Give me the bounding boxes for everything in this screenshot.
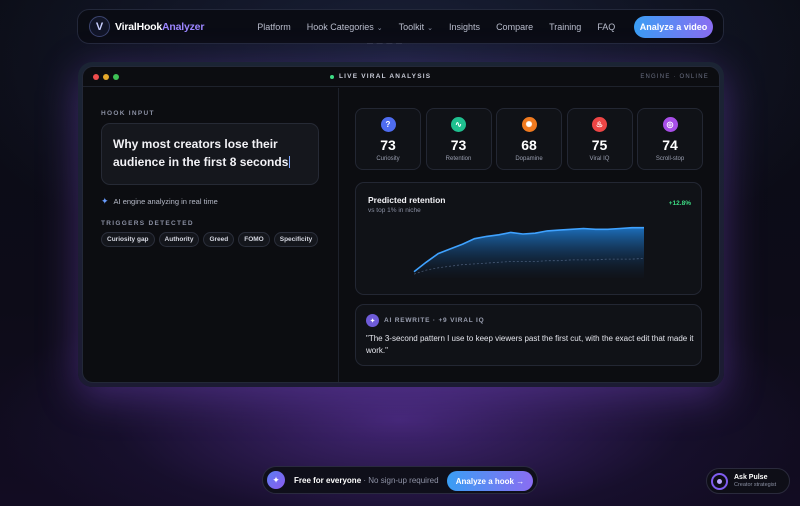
sparkle-badge-icon: ✦ [267,471,285,489]
sparkle-icon: ✦ [101,196,109,206]
nav-link-label: Toolkit [398,21,425,32]
rewrite-header: ✦ AI REWRITE · +9 VIRAL IQ [366,314,485,327]
retention-card: Predicted retention vs top 1% in niche +… [355,182,702,295]
trigger-chip[interactable]: FOMO [238,232,270,247]
target-icon: ◎ [662,117,678,132]
question-icon: ? [380,117,396,132]
nav-link-label: Hook Categories [306,21,374,32]
nav-link-label: Compare [496,21,534,32]
live-status: LIVE VIRAL ANALYSIS [330,73,431,80]
analyze-hook-button[interactable]: Analyze a hook → [447,471,533,491]
nav-link-training[interactable]: Training [549,22,581,32]
close-dot-icon[interactable] [93,74,99,80]
bottom-cta-bar: ✦ Free for everyone · No sign-up require… [262,466,538,494]
magic-wand-icon: ✦ [366,314,379,327]
brand[interactable]: V ViralHookAnalyzer [89,16,204,37]
retention-subtitle: vs top 1% in niche [368,207,421,214]
metric-label: Dopamine [515,156,543,162]
metric-label: Retention [445,156,472,162]
nav-link-label: Platform [257,21,291,32]
metric-card-retention[interactable]: ∿ 73 Retention [425,108,492,170]
live-dot-icon [330,74,334,79]
metric-card-curiosity[interactable]: ? 73 Curiosity [355,108,421,170]
rewrite-label: AI REWRITE · +9 VIRAL IQ [384,317,485,324]
metric-card-viral-iq[interactable]: ♨ 75 Viral IQ [566,108,633,170]
metric-value: 73 [380,137,396,153]
hook-input[interactable]: Why most creators lose their audience in… [101,123,319,185]
metric-value: 68 [521,137,537,153]
minimize-dot-icon[interactable] [103,74,109,80]
rewrite-text: "The 3-second pattern I use to keep view… [366,334,694,355]
pulse-icon: ∿ [451,117,466,132]
ghost-divider-text: — — — — [367,41,404,47]
trigger-chip[interactable]: Curiosity gap [101,232,155,247]
metric-cards: ? 73 Curiosity ∿ 73 Retention ✺ 68 Dopamine ♨ 75 Vi… [355,108,708,170]
metric-card-scroll-stop[interactable]: ◎ 74 Scroll-stop [637,108,703,170]
brand-accent: Analyzer [162,20,205,33]
live-status-text: LIVE VIRAL ANALYSIS [339,73,432,80]
logo-icon: V [89,16,110,37]
bottom-text-rest: · No sign-up required [363,475,439,485]
pulse-avatar-icon [711,472,728,490]
metric-label: Curiosity [376,156,400,162]
metric-value: 75 [591,137,608,153]
metric-card-dopamine[interactable]: ✺ 68 Dopamine [496,108,562,170]
chevron-down-icon: ⌄ [376,24,383,32]
metric-value: 73 [450,137,467,153]
app-window: LIVE VIRAL ANALYSIS ENGINE · ONLINE HOOK… [82,66,720,383]
chevron-down-icon: ⌄ [427,24,434,32]
retention-area [414,227,644,278]
top-navbar: V ViralHookAnalyzer Platform Hook Categor… [77,9,724,44]
retention-delta: +12.8% [668,200,691,207]
trigger-chip[interactable]: Specificity [273,232,319,247]
brand-name: ViralHookAnalyzer [115,21,204,33]
engine-status: ENGINE · ONLINE [640,74,709,80]
nav-link-toolkit[interactable]: Toolkit ⌄ [399,22,433,32]
analyze-video-button[interactable]: Analyze a video [634,16,713,38]
flame-icon: ♨ [592,117,607,132]
metric-label: Viral IQ [589,156,610,162]
nav-link-insights[interactable]: Insights [449,22,480,32]
nav-link-label: Training [549,21,582,32]
nav-link-faq[interactable]: FAQ [597,22,615,32]
nav-link-compare[interactable]: Compare [496,22,533,32]
hook-input-text: Why most creators lose their audience in… [113,137,289,169]
pulse-texts: Ask Pulse Creator strategist [734,474,776,488]
nav-link-hook-categories[interactable]: Hook Categories ⌄ [307,22,383,32]
bottom-text-bold: Free for everyone [294,475,362,485]
triggers-label: TRIGGERS DETECTED [101,220,194,227]
engine-note-text: AI engine analyzing in real time [113,197,218,206]
retention-title: Predicted retention [368,195,446,205]
panel-divider [338,88,339,382]
text-caret [289,156,291,168]
nav-link-label: FAQ [597,21,616,32]
bolt-icon: ✺ [521,117,537,132]
window-titlebar: LIVE VIRAL ANALYSIS ENGINE · ONLINE [83,67,719,87]
pulse-subtitle: Creator strategist [734,482,777,488]
nav-links: Platform Hook Categories ⌄ Toolkit ⌄ Insights… [257,22,631,32]
brand-primary: ViralHook [115,20,163,33]
trigger-chip[interactable]: Authority [158,232,200,247]
metric-label: Scroll-stop [655,156,685,162]
nav-link-label: Insights [449,21,481,32]
analyze-hook-label: Analyze a hook [455,476,514,486]
metric-value: 74 [662,137,678,153]
window-controls [93,74,123,80]
ask-pulse-button[interactable]: Ask Pulse Creator strategist [706,468,790,494]
trigger-chips: Curiosity gap Authority Greed FOMO Specifici… [101,232,322,247]
ai-rewrite-card[interactable]: ✦ AI REWRITE · +9 VIRAL IQ "The 3-second… [355,304,702,366]
maximize-dot-icon[interactable] [113,74,119,80]
pulse-title: Ask Pulse [734,474,768,481]
nav-link-platform[interactable]: Platform [257,22,291,32]
hook-input-label: HOOK INPUT [101,110,155,117]
bottom-text: Free for everyone · No sign-up required [294,476,439,485]
engine-note: ✦ AI engine analyzing in real time [101,196,218,207]
app-window-frame: LIVE VIRAL ANALYSIS ENGINE · ONLINE HOOK… [78,62,724,387]
trigger-chip[interactable]: Greed [203,232,235,247]
